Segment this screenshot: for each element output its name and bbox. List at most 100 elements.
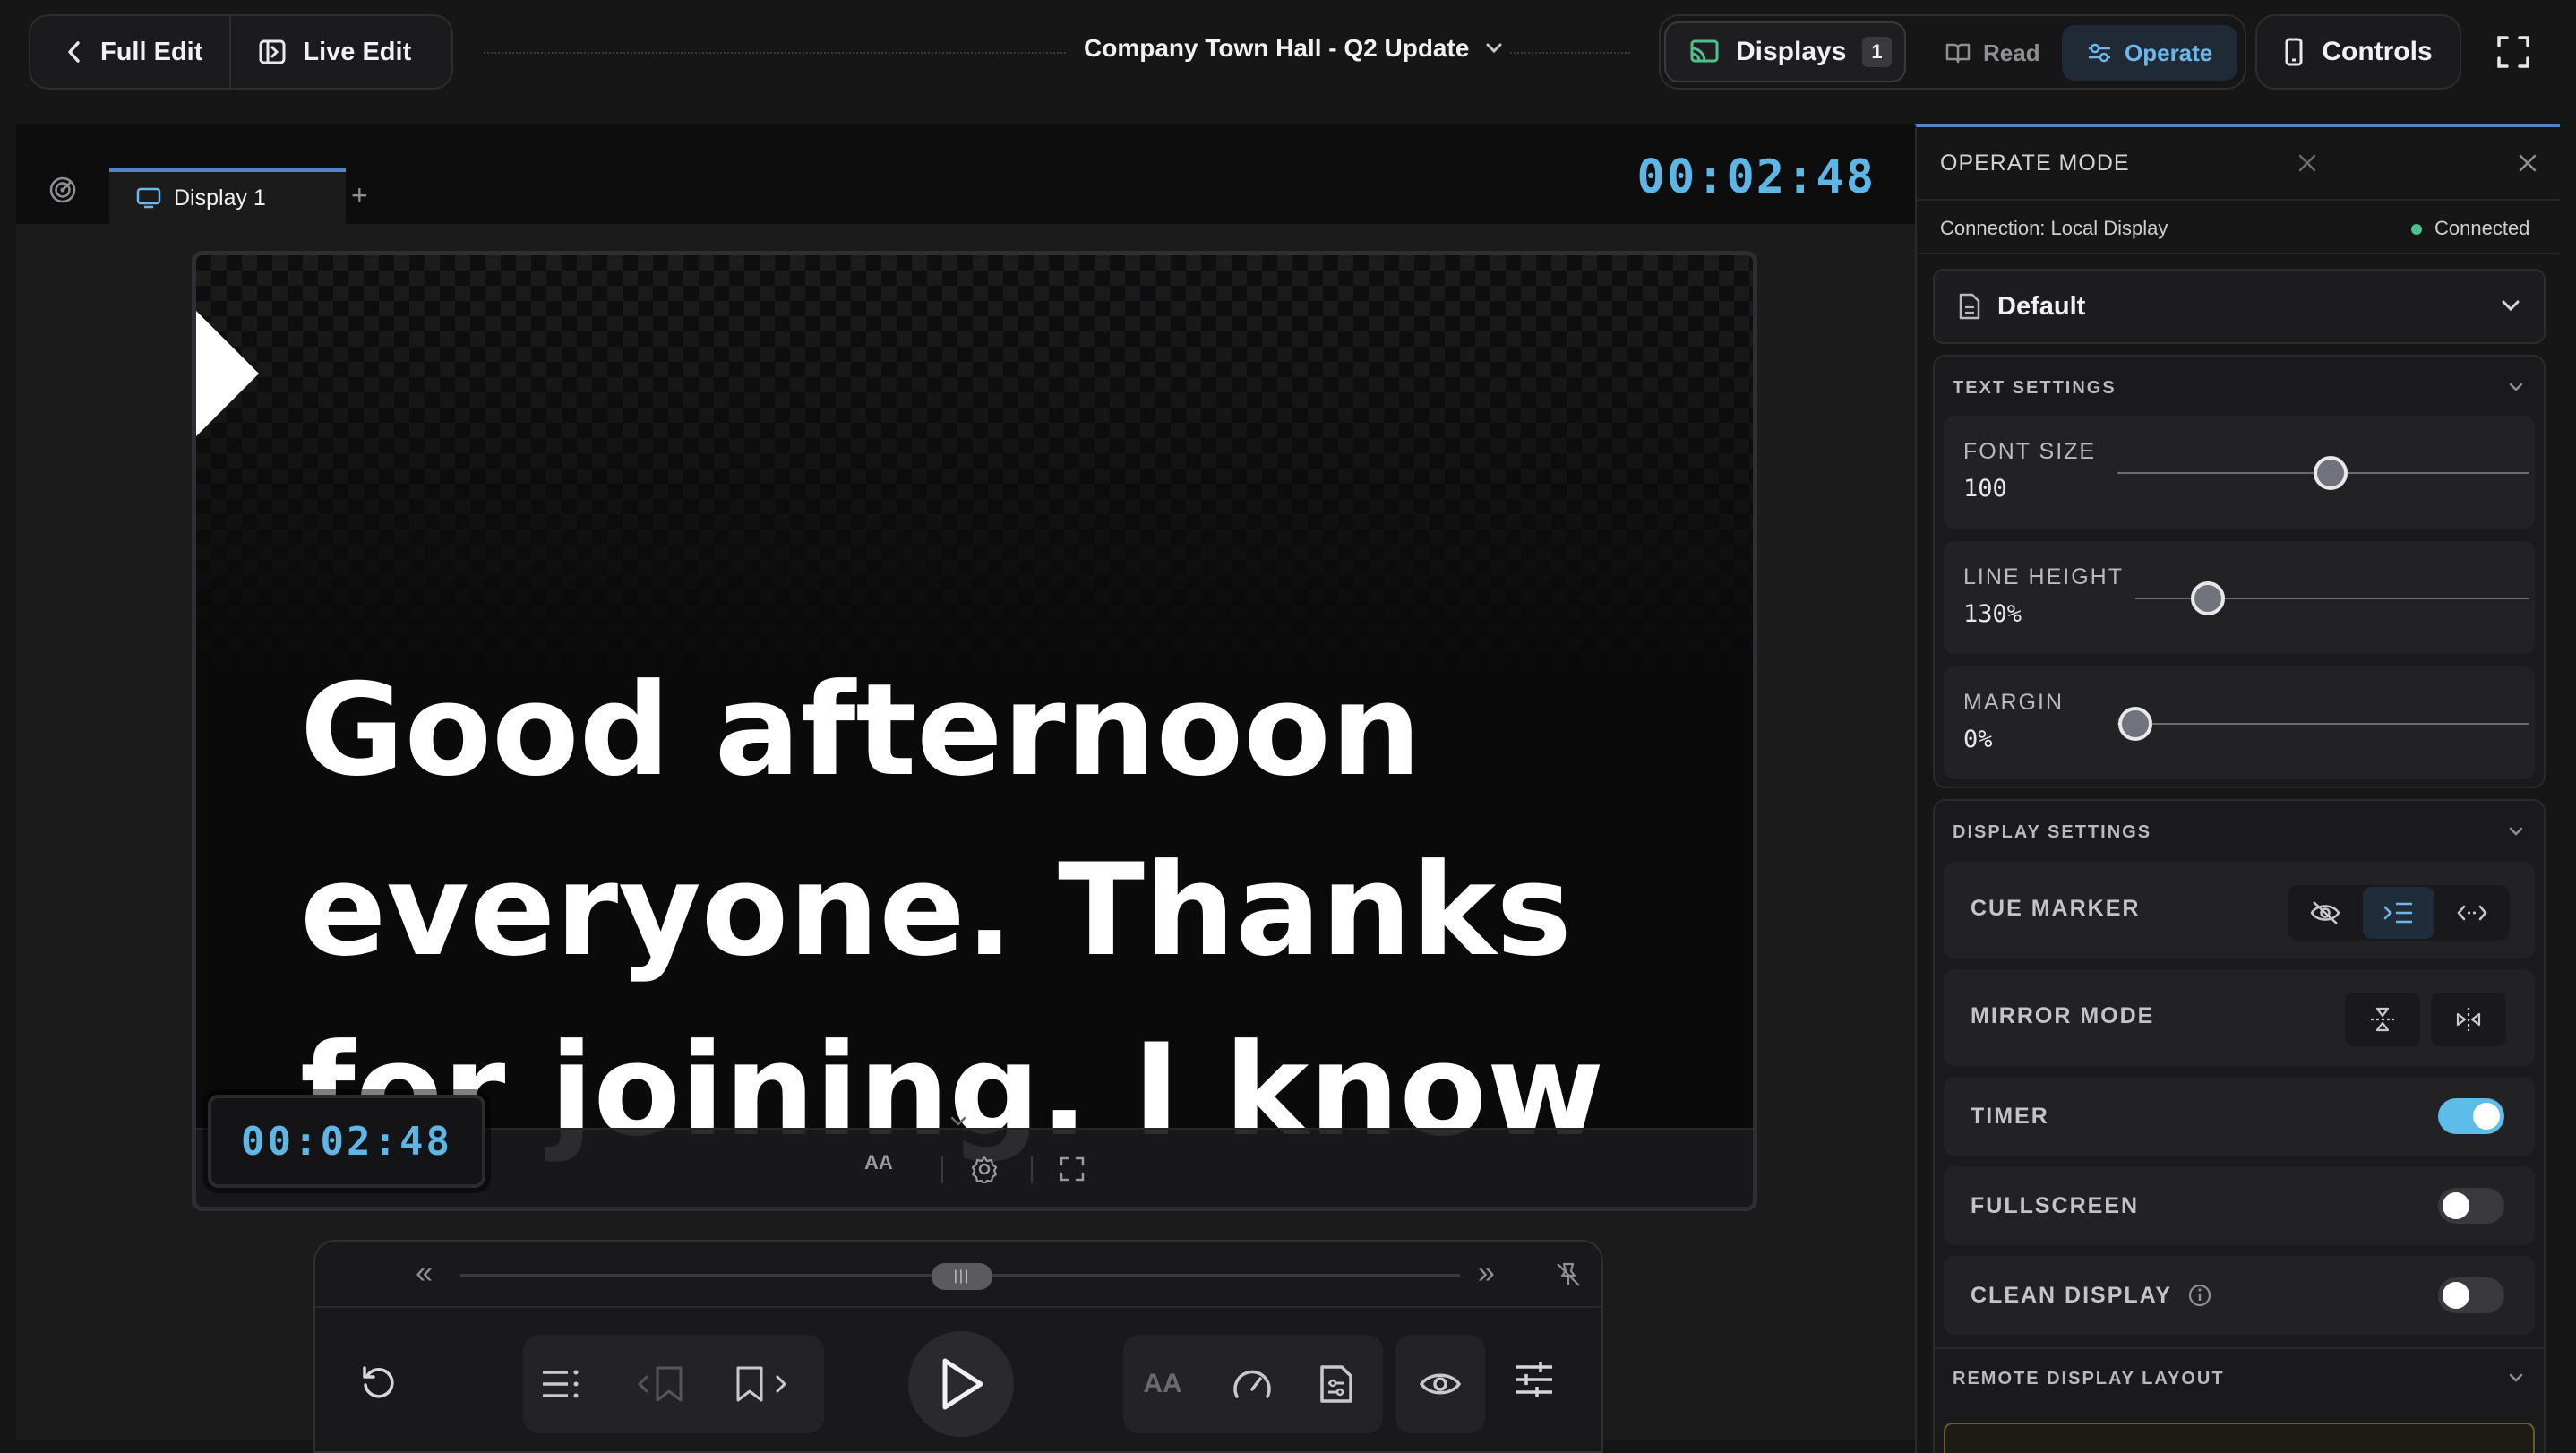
- tab-display-1[interactable]: Display 1: [109, 168, 346, 224]
- toggle-knob: [2443, 1192, 2469, 1219]
- edit-mode-group: Full Edit Live Edit: [29, 14, 453, 90]
- fullscreen-row: FULLSCREEN: [1944, 1166, 2535, 1245]
- expand-button[interactable]: [1058, 1155, 1086, 1183]
- preset-dropdown[interactable]: Default: [1933, 269, 2546, 344]
- eye-icon: [1419, 1370, 1462, 1398]
- line-height-slider-knob[interactable]: [2191, 581, 2225, 615]
- live-edit-icon: [258, 38, 287, 66]
- list-icon: [541, 1368, 580, 1400]
- navigation-group: [523, 1335, 824, 1433]
- clean-display-info-button[interactable]: [2187, 1283, 2212, 1308]
- settings-button[interactable]: [970, 1155, 999, 1183]
- cue-marker-arrow: [196, 311, 261, 436]
- mirror-mode-row: MIRROR MODE: [1944, 969, 2535, 1066]
- fullscreen-label: FULLSCREEN: [1971, 1193, 2140, 1218]
- preview-visibility-button[interactable]: [1413, 1335, 1467, 1433]
- document-settings-icon: [1318, 1363, 1354, 1405]
- tab-label: Display 1: [174, 185, 266, 211]
- close-panel-button[interactable]: [2517, 152, 2538, 174]
- scrub-handle[interactable]: |||: [932, 1263, 992, 1290]
- tune-button[interactable]: [1514, 1360, 1555, 1399]
- fullscreen-button[interactable]: [2495, 34, 2531, 70]
- radar-button[interactable]: [48, 176, 77, 204]
- line-height-control: LINE HEIGHT 130%: [1944, 541, 2535, 654]
- cue-marker-line-option[interactable]: [2436, 887, 2508, 939]
- script-settings-button[interactable]: [1309, 1335, 1363, 1433]
- expand-icon: [1058, 1155, 1086, 1183]
- operate-tab[interactable]: Operate: [2062, 25, 2238, 81]
- flip-horizontal-icon: [2455, 1006, 2482, 1033]
- timer-toggle[interactable]: [2438, 1098, 2504, 1134]
- chevron-down-icon[interactable]: [949, 1115, 968, 1128]
- live-edit-button[interactable]: Live Edit: [231, 16, 438, 88]
- panel-title: OPERATE MODE: [1940, 150, 2130, 176]
- full-edit-label: Full Edit: [100, 37, 203, 66]
- monitor-icon: [136, 186, 161, 210]
- remote-layout-card[interactable]: [1944, 1423, 2535, 1453]
- collapse-panel-button[interactable]: [2297, 152, 2318, 174]
- connection-status-dot: [2411, 224, 2422, 235]
- displays-button[interactable]: Displays 1: [1664, 21, 1906, 82]
- list-button[interactable]: [534, 1335, 588, 1433]
- margin-slider-track[interactable]: [2117, 723, 2529, 725]
- cue-marker-arrow-option[interactable]: [2363, 887, 2434, 939]
- chevron-left-icon: [64, 40, 84, 64]
- collapse-remote-layout[interactable]: [2508, 1372, 2524, 1383]
- display-tab-bar: Display 1 + 00:02:48: [16, 124, 1915, 224]
- skip-back-button[interactable]: «: [416, 1256, 433, 1291]
- collapse-display-settings[interactable]: [2508, 826, 2524, 837]
- text-settings-heading: TEXT SETTINGS: [1953, 378, 2117, 398]
- play-button[interactable]: [908, 1331, 1014, 1437]
- divider: [941, 1156, 943, 1183]
- clean-display-row: CLEAN DISPLAY: [1944, 1256, 2535, 1335]
- bookmark-prev-icon: [636, 1364, 693, 1404]
- document-title-dropdown[interactable]: Company Town Hall - Q2 Update: [1084, 34, 1503, 63]
- font-size-control: FONT SIZE 100: [1944, 416, 2535, 529]
- cue-marker-hidden-option[interactable]: [2289, 887, 2361, 939]
- pin-off-icon: [1555, 1261, 1582, 1288]
- playback-controls: « ||| » AA: [313, 1240, 1603, 1453]
- fullscreen-icon: [2495, 34, 2531, 70]
- top-bar: Full Edit Live Edit Company Town Hall - …: [0, 0, 2576, 107]
- skip-forward-button[interactable]: »: [1478, 1256, 1495, 1291]
- read-label: Read: [1983, 39, 2040, 66]
- tune-icon: [1514, 1360, 1555, 1399]
- font-size-slider-knob[interactable]: [2314, 456, 2348, 490]
- scrub-row: « ||| »: [315, 1242, 1601, 1308]
- flip-vertical-icon: [2369, 1006, 2396, 1033]
- eye-off-icon: [2310, 900, 2340, 925]
- pin-toggle[interactable]: [1555, 1261, 1582, 1288]
- chevron-down-icon: [1485, 42, 1503, 55]
- close-icon: [2517, 152, 2538, 174]
- play-icon: [936, 1356, 986, 1412]
- preview-toggle-group: [1395, 1335, 1485, 1433]
- collapse-text-settings[interactable]: [2508, 382, 2524, 392]
- display-tools-group: AA: [1123, 1335, 1383, 1433]
- full-edit-button[interactable]: Full Edit: [30, 16, 229, 88]
- read-tab[interactable]: Read: [1920, 25, 2065, 81]
- previous-bookmark-button[interactable]: [629, 1335, 700, 1433]
- text-size-button[interactable]: AA: [864, 1151, 893, 1174]
- speed-button[interactable]: [1225, 1335, 1279, 1433]
- margin-slider-knob[interactable]: [2118, 707, 2152, 741]
- title-rule-right: [1510, 52, 1630, 54]
- timer-label: TIMER: [1971, 1104, 2049, 1129]
- radar-icon: [48, 176, 77, 204]
- add-display-tab-button[interactable]: +: [351, 179, 368, 212]
- mirror-horizontal-button[interactable]: [2431, 993, 2506, 1046]
- fullscreen-toggle[interactable]: [2438, 1188, 2504, 1224]
- panel-header: OPERATE MODE: [1917, 127, 2560, 201]
- gear-icon: [970, 1155, 999, 1183]
- mirror-vertical-button[interactable]: [2345, 993, 2420, 1046]
- clean-display-label: CLEAN DISPLAY: [1971, 1283, 2173, 1308]
- displays-count-badge: 1: [1862, 37, 1892, 67]
- controls-button[interactable]: Controls: [2255, 14, 2461, 90]
- margin-control: MARGIN 0%: [1944, 666, 2535, 779]
- clean-display-toggle[interactable]: [2438, 1277, 2504, 1313]
- indent-icon: [2383, 900, 2414, 925]
- next-bookmark-button[interactable]: [727, 1335, 799, 1433]
- text-size-control[interactable]: AA: [1136, 1335, 1189, 1433]
- bookmark-next-icon: [734, 1364, 792, 1404]
- reset-button[interactable]: [356, 1360, 399, 1403]
- controls-label: Controls: [2322, 37, 2433, 66]
